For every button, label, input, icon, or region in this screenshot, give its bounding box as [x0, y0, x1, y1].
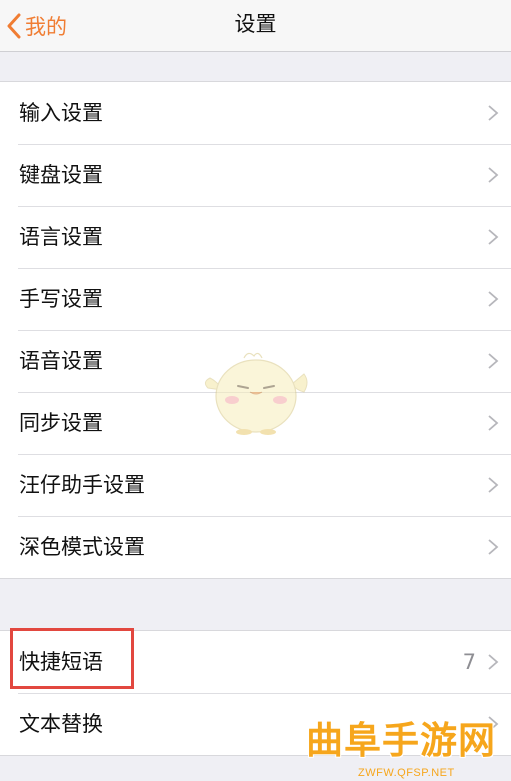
- phrase-count: 7: [462, 650, 476, 674]
- row-label: 深色模式设置: [19, 535, 145, 559]
- settings-group-main: 输入设置 键盘设置 语言设置 手写设置 语音设置 同步设置 汪仔助手设置 深色模…: [0, 81, 511, 579]
- chevron-right-icon: [488, 229, 499, 245]
- row-label: 键盘设置: [19, 163, 103, 187]
- chevron-right-icon: [488, 167, 499, 183]
- chevron-right-icon: [488, 415, 499, 431]
- row-label: 同步设置: [19, 411, 103, 435]
- row-label: 手写设置: [19, 287, 103, 311]
- watermark-url: ZWFW.QFSP.NET: [358, 767, 455, 779]
- chevron-right-icon: [488, 477, 499, 493]
- mascot-chick-icon: [204, 352, 308, 435]
- chevron-right-icon: [488, 654, 499, 670]
- settings-row-input[interactable]: 输入设置: [0, 82, 511, 144]
- row-label: 语言设置: [19, 225, 103, 249]
- row-label: 语音设置: [19, 349, 103, 373]
- row-label: 汪仔助手设置: [19, 473, 145, 497]
- chevron-right-icon: [488, 353, 499, 369]
- row-label: 文本替换: [19, 712, 103, 736]
- chevron-right-icon: [488, 539, 499, 555]
- chevron-right-icon: [488, 291, 499, 307]
- settings-row-dark-mode[interactable]: 深色模式设置: [0, 516, 511, 578]
- watermark-text: 曲阜手游网: [306, 718, 496, 762]
- settings-row-handwriting[interactable]: 手写设置: [0, 268, 511, 330]
- row-label: 输入设置: [19, 101, 103, 125]
- settings-row-language[interactable]: 语言设置: [0, 206, 511, 268]
- highlight-box: [10, 628, 134, 689]
- navigation-bar: 我的 设置: [0, 0, 511, 52]
- settings-row-keyboard[interactable]: 键盘设置: [0, 144, 511, 206]
- settings-row-assistant[interactable]: 汪仔助手设置: [0, 454, 511, 516]
- page-title: 设置: [234, 12, 277, 36]
- chevron-right-icon: [488, 105, 499, 121]
- watermark-logo: 曲阜手游网 ZWFW.QFSP.NET: [298, 708, 509, 781]
